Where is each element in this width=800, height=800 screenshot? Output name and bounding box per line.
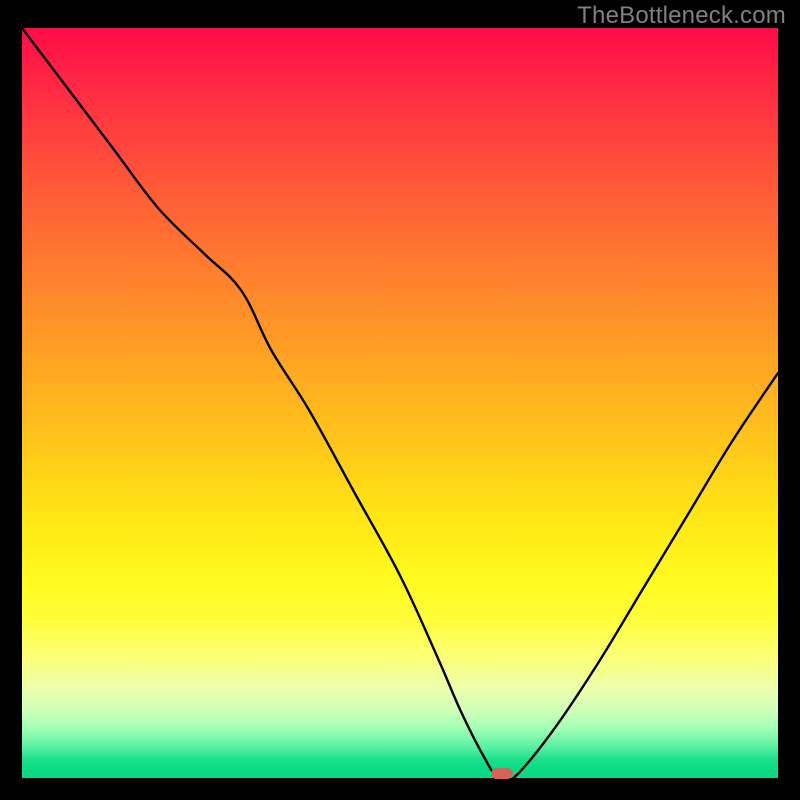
watermark-text: TheBottleneck.com [577,2,786,30]
bottleneck-curve [22,28,778,778]
plot-area [22,28,778,778]
chart-frame: TheBottleneck.com [0,0,800,800]
optimal-point-marker [491,768,513,779]
